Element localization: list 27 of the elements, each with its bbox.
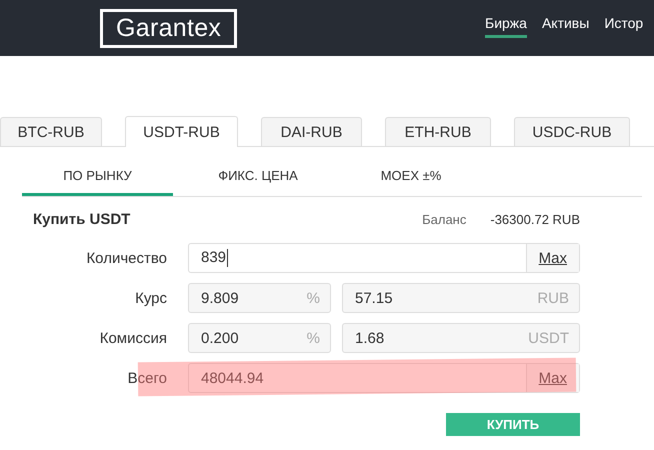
input-field[interactable]: 48044.94 Max bbox=[188, 363, 580, 393]
max-link[interactable]: Max bbox=[526, 364, 579, 392]
market-tab[interactable]: ETH-RUB bbox=[385, 117, 491, 146]
field-label: Комиссия bbox=[98, 330, 167, 346]
logo[interactable]: Garantex bbox=[100, 8, 238, 48]
order-type-tab[interactable]: ФИКС. ЦЕНА bbox=[173, 158, 343, 196]
field-label: Курс bbox=[134, 290, 167, 306]
max-link[interactable]: Max bbox=[526, 244, 579, 272]
input-field[interactable]: 57.15 RUB bbox=[342, 283, 580, 313]
input-field[interactable]: 839 Max bbox=[188, 243, 580, 273]
input-field[interactable]: 1.68 USDT bbox=[342, 323, 580, 353]
nav-link[interactable]: Биржа bbox=[485, 15, 527, 38]
market-tab[interactable]: DAI-RUB bbox=[261, 117, 362, 146]
order-type-tab[interactable]: MOEX ±% bbox=[343, 158, 479, 196]
market-tab[interactable]: BTC-RUB bbox=[0, 117, 102, 146]
form-title: Купить USDT bbox=[33, 211, 132, 228]
balance-label: Баланс bbox=[422, 212, 466, 227]
balance-value: -36300.72 RUB bbox=[490, 212, 580, 227]
input-field[interactable]: 0.200 % bbox=[188, 323, 331, 353]
nav-link[interactable]: Активы bbox=[542, 15, 590, 38]
nav-link[interactable]: Истор bbox=[604, 15, 644, 38]
order-type-tab[interactable]: ПО РЫНКУ bbox=[22, 158, 173, 196]
field-label: Всего bbox=[126, 370, 167, 386]
market-tab[interactable]: USDT-RUB bbox=[125, 116, 238, 147]
field-label: Количество bbox=[85, 250, 167, 266]
input-field[interactable]: 9.809 % bbox=[188, 283, 331, 313]
market-tab[interactable]: USDC-RUB bbox=[514, 117, 630, 146]
